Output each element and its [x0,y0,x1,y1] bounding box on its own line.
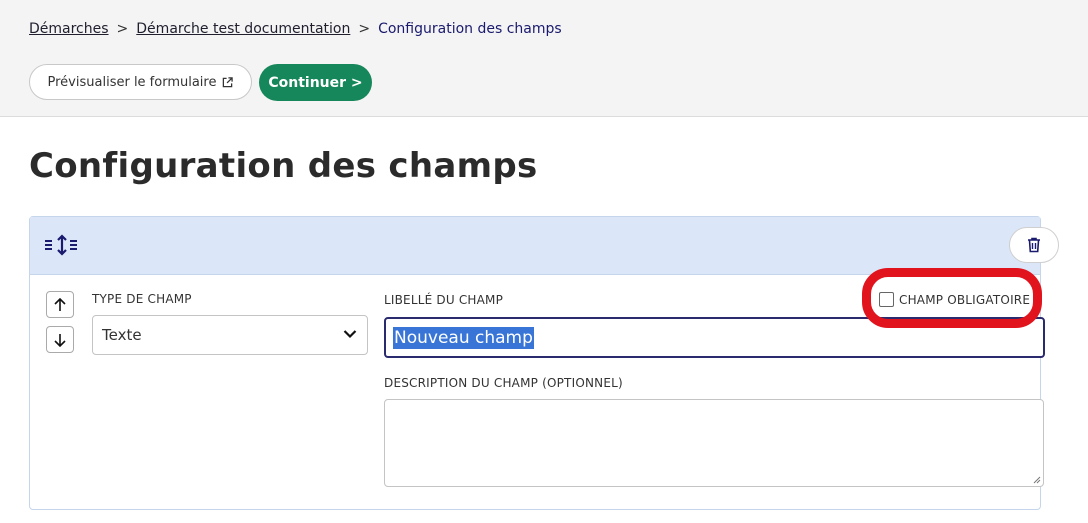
continue-label: Continuer > [268,74,363,91]
highlight-annotation [862,268,1042,328]
breadcrumb-separator: > [358,21,371,37]
field-type-label: TYPE DE CHAMP [92,292,192,306]
field-type-value: Texte [102,326,142,344]
field-type-select[interactable]: Texte [92,315,368,355]
top-bar: Démarches > Démarche test documentation … [0,0,1088,117]
chevron-down-icon [343,330,357,339]
field-name-value: Nouveau champ [393,326,534,349]
field-description-label: DESCRIPTION DU CHAMP (OPTIONNEL) [384,376,623,390]
field-description-textarea[interactable] [384,399,1044,487]
continue-button[interactable]: Continuer > [259,64,372,101]
preview-form-label: Prévisualiser le formulaire [47,74,217,90]
move-up-button[interactable] [46,291,74,318]
page-title: Configuration des champs [29,146,538,186]
trash-icon [1028,237,1040,253]
field-card-header [30,217,1059,275]
arrow-down-icon [54,333,66,347]
breadcrumb-separator: > [116,21,129,37]
delete-field-button[interactable] [1009,227,1059,263]
breadcrumb-link-demarches[interactable]: Démarches [29,21,109,37]
preview-form-button[interactable]: Prévisualiser le formulaire [29,64,252,100]
breadcrumb-link-demarche-test[interactable]: Démarche test documentation [136,21,350,37]
breadcrumb: Démarches > Démarche test documentation … [29,21,562,37]
external-link-icon [223,76,234,87]
field-name-label: LIBELLÉ DU CHAMP [384,293,504,307]
resize-grip-icon[interactable] [1031,474,1041,484]
breadcrumb-current: Configuration des champs [378,21,562,37]
drag-handle-icon[interactable] [44,233,80,257]
arrow-up-icon [54,297,66,311]
field-card: TYPE DE CHAMP Texte LIBELLÉ DU CHAMP CHA… [29,216,1059,510]
move-down-button[interactable] [46,326,74,353]
